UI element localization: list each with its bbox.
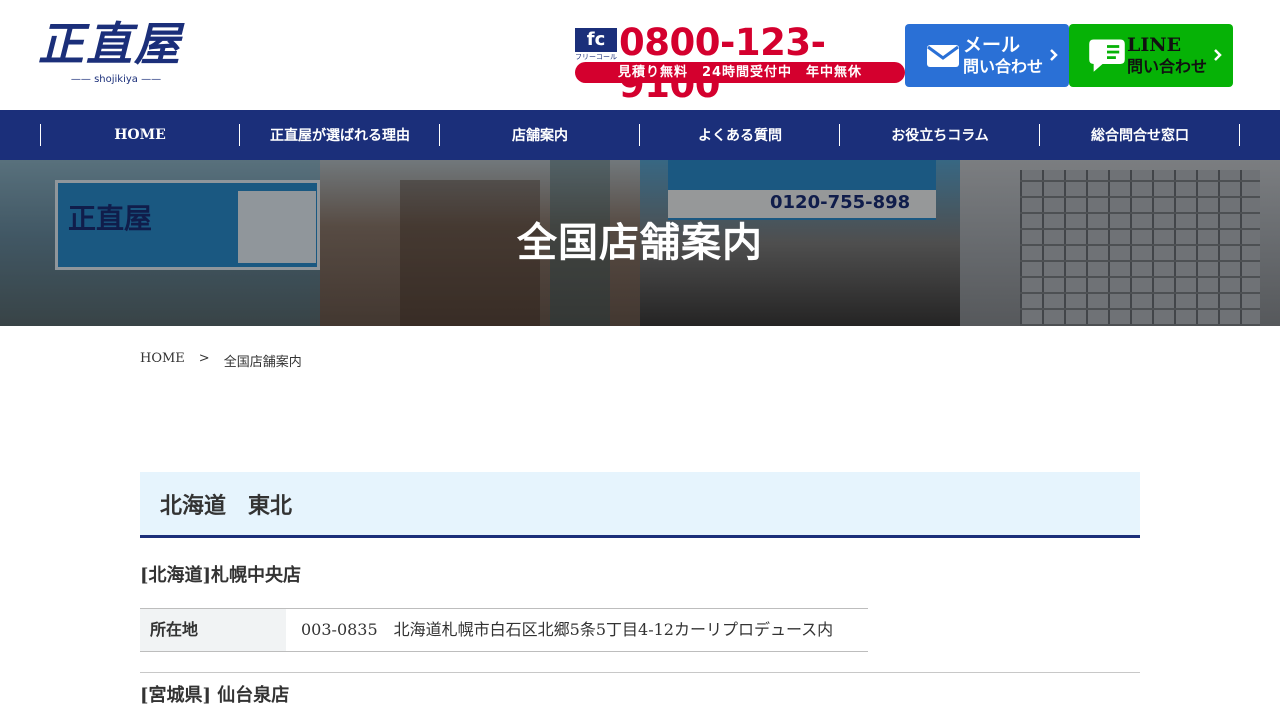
line-button-label-1: LINE bbox=[1127, 34, 1182, 56]
phone-contact[interactable]: fc フリーコール 0800-123-9100 見積り無料 24時間受付中 年中… bbox=[575, 22, 905, 106]
breadcrumb-current: 全国店舗案内 bbox=[223, 355, 302, 370]
breadcrumb-home[interactable]: HOME bbox=[140, 351, 185, 370]
logo-text: 正直屋 bbox=[38, 17, 182, 71]
nav-item-stores[interactable]: 店舗案内 bbox=[440, 110, 640, 160]
region-heading: 北海道 東北 bbox=[140, 472, 1140, 538]
phone-note: 見積り無料 24時間受付中 年中無休 bbox=[575, 62, 905, 83]
address-label: 所在地 bbox=[140, 609, 286, 651]
nav-list: HOME 正直屋が選ばれる理由 店舗案内 よくある質問 お役立ちコラム 総合問合… bbox=[40, 110, 1240, 160]
store-name: [北海道]札幌中央店 bbox=[140, 565, 302, 586]
mail-contact-button[interactable]: メール 問い合わせ bbox=[905, 24, 1069, 87]
nav-item-reasons[interactable]: 正直屋が選ばれる理由 bbox=[240, 110, 440, 160]
nav-item-faq[interactable]: よくある質問 bbox=[640, 110, 840, 160]
nav-item-contact[interactable]: 総合問合せ窓口 bbox=[1040, 110, 1240, 160]
store-info-table: 所在地 003-0835 北海道札幌市白石区北郷5条5丁目4-12カーリプロデュ… bbox=[140, 608, 868, 652]
breadcrumb-separator: > bbox=[198, 351, 210, 366]
site-logo[interactable]: 正直屋 —— shojikiya —— bbox=[38, 16, 198, 92]
chevron-right-icon bbox=[1050, 49, 1058, 61]
chevron-right-icon bbox=[1214, 49, 1222, 61]
store-name: [宮城県] 仙台泉店 bbox=[140, 685, 290, 706]
nav-item-column[interactable]: お役立ちコラム bbox=[840, 110, 1040, 160]
freecall-label: フリーコール bbox=[575, 53, 617, 61]
mail-button-label-2: 問い合わせ bbox=[963, 57, 1044, 76]
logo-subtext: —— shojikiya —— bbox=[70, 74, 162, 85]
mail-button-label-1: メール bbox=[963, 34, 1021, 56]
hero-banner: 正直屋 0120-755-898 全国店舗案内 bbox=[0, 160, 1280, 326]
region-title: 北海道 東北 bbox=[160, 493, 293, 519]
freecall-icon: fc bbox=[575, 28, 617, 52]
site-header: 正直屋 —— shojikiya —— fc フリーコール 0800-123-9… bbox=[0, 0, 1280, 110]
breadcrumb: HOME > 全国店舗案内 bbox=[140, 351, 302, 370]
line-contact-button[interactable]: LINE 問い合わせ bbox=[1069, 24, 1233, 87]
address-value: 003-0835 北海道札幌市白石区北郷5条5丁目4-12カーリプロデュース内 bbox=[301, 620, 834, 639]
chat-bubble-icon bbox=[1089, 39, 1125, 72]
page-title: 全国店舗案内 bbox=[517, 219, 763, 266]
store-divider bbox=[140, 672, 1140, 673]
freecall-badge: fc フリーコール bbox=[575, 28, 617, 62]
line-button-label-2: 問い合わせ bbox=[1127, 57, 1208, 76]
envelope-icon bbox=[927, 45, 959, 67]
global-nav: HOME 正直屋が選ばれる理由 店舗案内 よくある質問 お役立ちコラム 総合問合… bbox=[0, 110, 1280, 160]
nav-item-home[interactable]: HOME bbox=[40, 110, 240, 160]
